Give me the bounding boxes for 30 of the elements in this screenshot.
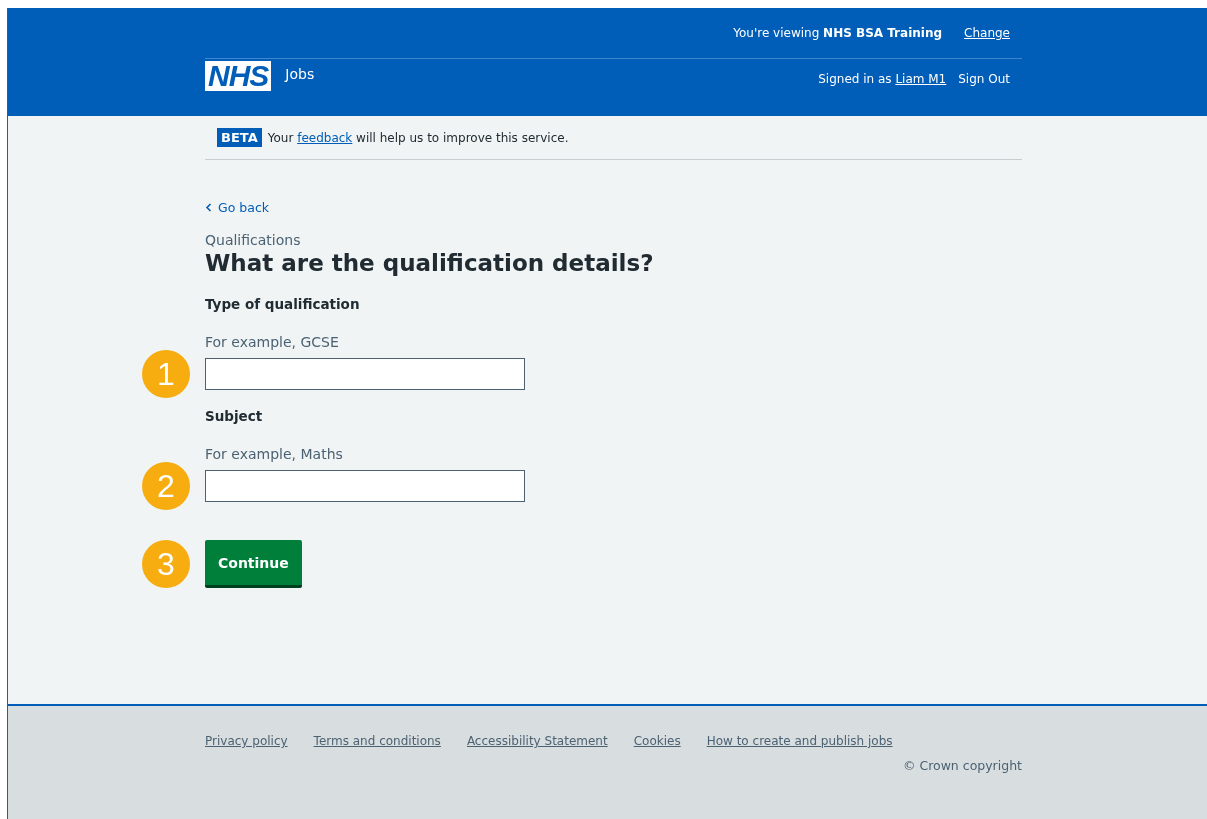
- signed-in-text: Signed in as Liam M1: [818, 72, 947, 86]
- nhs-logo[interactable]: NHS: [205, 61, 272, 91]
- field-label: Type of qualification: [205, 296, 361, 312]
- chevron-left-icon: [205, 203, 212, 212]
- service-name[interactable]: Jobs: [285, 66, 315, 82]
- field-hint: For example, Maths: [205, 446, 344, 462]
- page-caption: Qualifications: [205, 232, 302, 248]
- feedback-link[interactable]: feedback: [297, 130, 353, 145]
- feedback-text: Your feedback will help us to improve this service.: [267, 130, 569, 145]
- change-link[interactable]: Change: [964, 26, 1010, 40]
- step-badge: 2: [142, 462, 190, 510]
- footer-link[interactable]: Cookies: [633, 734, 681, 748]
- continue-button[interactable]: Continue: [205, 540, 302, 588]
- back-link[interactable]: Go back: [205, 200, 269, 215]
- text-input[interactable]: [205, 358, 525, 390]
- footer-link[interactable]: Accessibility Statement: [466, 734, 608, 748]
- beta-tag: BETA: [217, 128, 262, 147]
- copyright-text: © Crown copyright: [901, 758, 1022, 773]
- footer-link[interactable]: Terms and conditions: [313, 734, 441, 748]
- page-heading: What are the qualification details?: [205, 250, 655, 276]
- field-label: Subject: [205, 408, 264, 424]
- user-link[interactable]: Liam M1: [895, 72, 947, 86]
- text-input[interactable]: [205, 470, 525, 502]
- field-hint: For example, GCSE: [205, 334, 340, 350]
- footer-link[interactable]: Privacy policy: [205, 734, 288, 748]
- viewing-text: You're viewing NHS BSA Training: [733, 26, 943, 40]
- sign-out-link[interactable]: Sign Out: [958, 72, 1010, 86]
- step-badge: 3: [142, 540, 190, 588]
- footer-link[interactable]: How to create and publish jobs: [706, 734, 893, 748]
- step-badge: 1: [142, 350, 190, 398]
